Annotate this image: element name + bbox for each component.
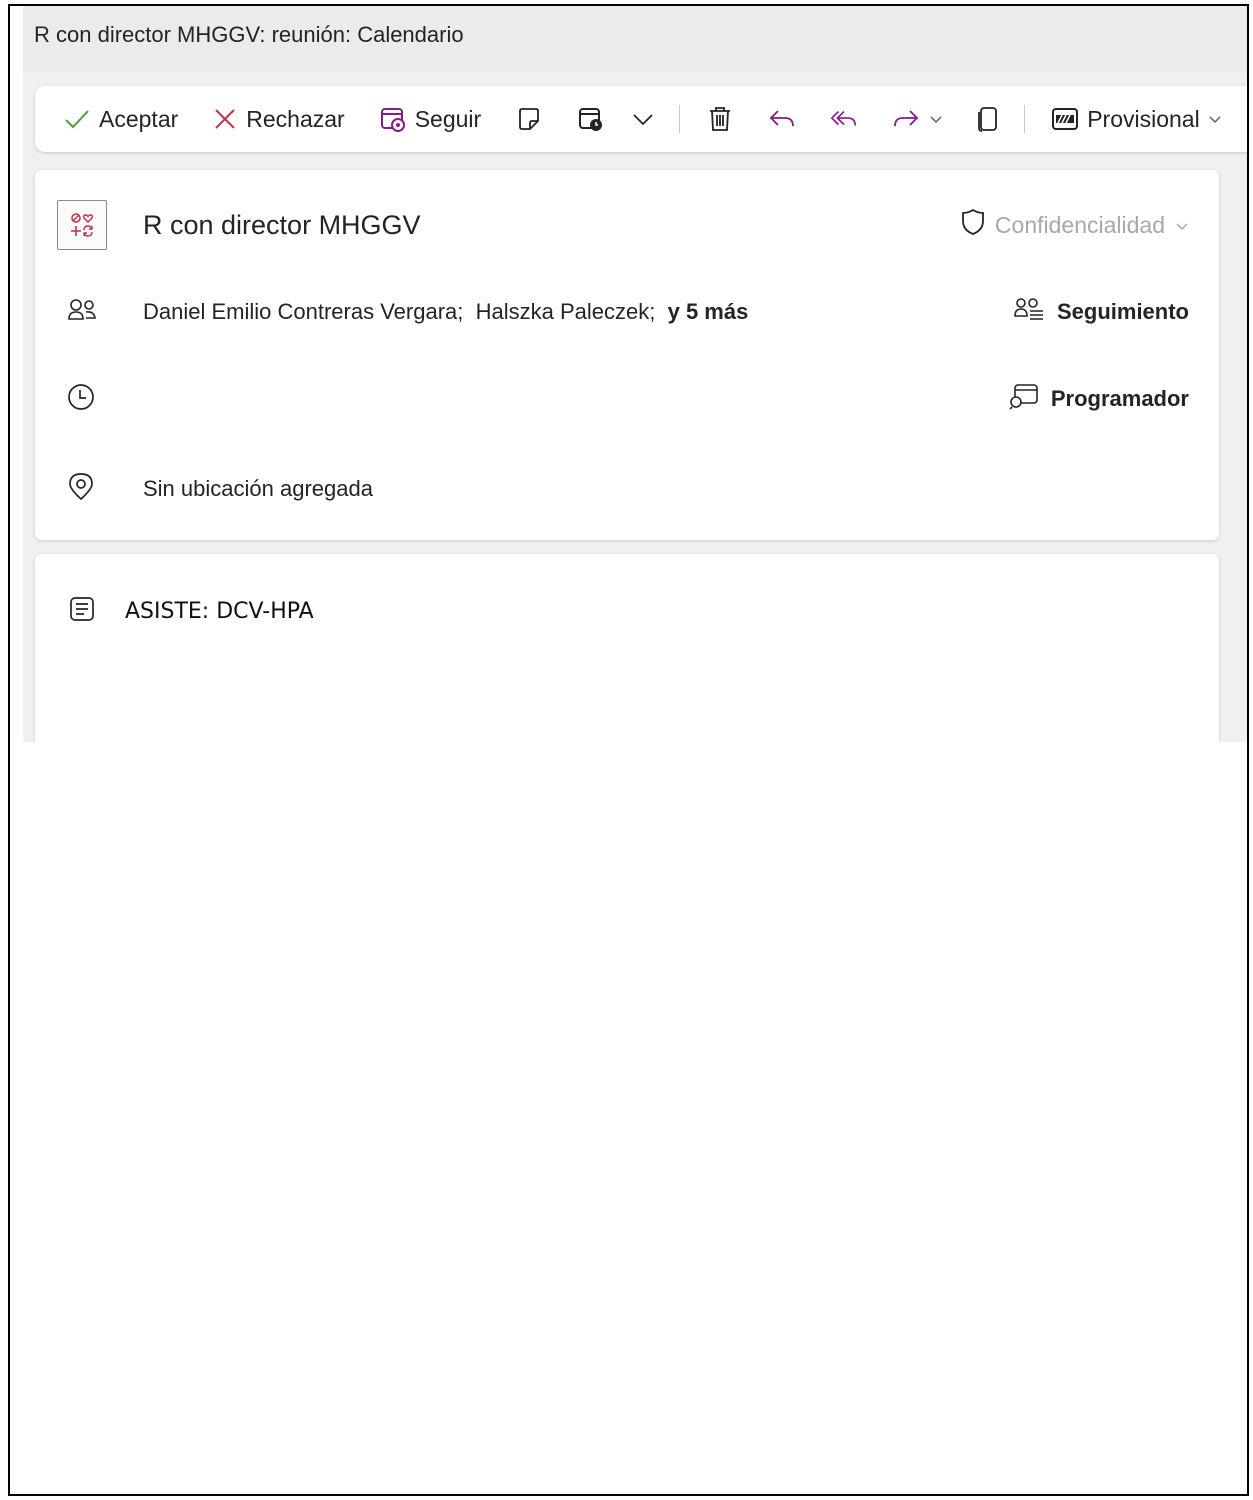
copy-icon[interactable] — [974, 105, 1002, 133]
reply-icon[interactable] — [768, 105, 796, 133]
delete-icon[interactable] — [706, 105, 734, 133]
checkmark-icon — [63, 105, 91, 133]
location-row: Sin ubicación agregada — [57, 464, 1189, 514]
decline-button[interactable]: Rechazar — [212, 105, 345, 133]
note-icon[interactable] — [515, 105, 543, 133]
subject-row: R con director MHGGV Confidencialidad — [57, 200, 1189, 250]
accept-label: Aceptar — [99, 105, 179, 132]
scheduler-button[interactable]: Programador — [1009, 382, 1189, 416]
attendee-name: Daniel Emilio Contreras Vergara; — [143, 299, 464, 324]
attendee-name: Halszka Paleczek; — [475, 299, 656, 324]
tracking-button[interactable]: Seguimiento — [1013, 296, 1189, 328]
attendees-row: Daniel Emilio Contreras Vergara; Halszka… — [57, 287, 1189, 337]
attendee-list[interactable]: Daniel Emilio Contreras Vergara; Halszka… — [143, 299, 748, 325]
window-title: R con director MHGGV: reunión: Calendari… — [23, 6, 1247, 72]
forward-options-chevron-icon[interactable] — [928, 105, 944, 133]
decline-label: Rechazar — [246, 105, 345, 132]
sensitivity-dropdown[interactable]: Confidencialidad — [961, 208, 1189, 242]
accept-button[interactable]: Aceptar — [63, 105, 178, 133]
command-toolbar: Aceptar Rechazar Seguir Provisional — [35, 86, 1247, 152]
forward-icon[interactable] — [892, 105, 920, 133]
follow-label: Seguir — [414, 105, 482, 132]
tracking-label: Seguimiento — [1056, 299, 1189, 324]
chevron-down-icon — [1175, 212, 1189, 239]
calendar-eye-icon — [379, 105, 407, 133]
scheduling-assistant-icon — [1009, 382, 1039, 416]
time-row: Programador — [57, 374, 1189, 424]
event-subject: R con director MHGGV — [143, 209, 421, 240]
screenshot-frame: R con director MHGGV: reunión: Calendari… — [8, 4, 1249, 1496]
toolbar-divider-2 — [1024, 105, 1026, 133]
reply-all-icon[interactable] — [830, 105, 858, 133]
more-attendees-link[interactable]: y 5 más — [668, 299, 749, 324]
scheduler-label: Programador — [1050, 386, 1189, 411]
people-icon — [67, 297, 97, 328]
chevron-down-icon[interactable] — [629, 105, 657, 133]
people-list-icon — [1013, 296, 1045, 328]
text-description-icon — [69, 596, 95, 627]
category-icon[interactable] — [57, 200, 107, 250]
sensitivity-label: Confidencialidad — [994, 211, 1165, 238]
status-label: Provisional — [1087, 105, 1200, 132]
location-pin-icon — [67, 472, 95, 507]
toolbar-divider — [679, 105, 681, 133]
location-text[interactable]: Sin ubicación agregada — [143, 476, 373, 502]
follow-button[interactable]: Seguir — [379, 105, 481, 133]
event-window: R con director MHGGV: reunión: Calendari… — [23, 6, 1247, 742]
body-row: ASISTE: DCV-HPA — [69, 596, 314, 627]
event-details-card: R con director MHGGV Confidencialidad Da… — [35, 170, 1219, 540]
status-dropdown[interactable]: Provisional — [1051, 106, 1222, 133]
tentative-status-icon — [1051, 106, 1079, 132]
shield-icon — [961, 208, 985, 242]
event-body-text[interactable]: ASISTE: DCV-HPA — [125, 599, 314, 624]
event-body-card: ASISTE: DCV-HPA — [35, 554, 1219, 742]
chevron-down-icon — [1208, 112, 1222, 126]
calendar-clock-icon[interactable] — [577, 105, 605, 133]
close-icon — [212, 106, 238, 132]
clock-icon — [67, 383, 95, 416]
